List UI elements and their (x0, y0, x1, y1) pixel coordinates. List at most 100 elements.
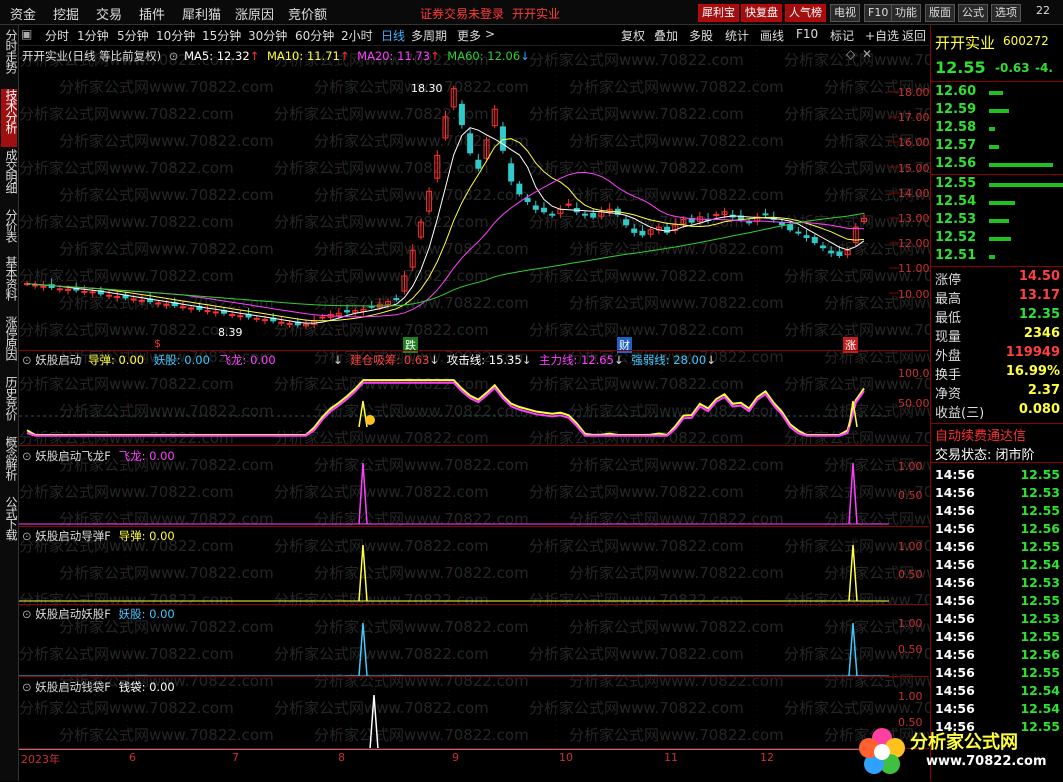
y-tick: 15.00 (898, 162, 930, 175)
collapse-icon[interactable]: ▣ (21, 27, 32, 41)
candle-body (467, 133, 474, 154)
tick-row: 14:56 12.53 (935, 485, 1060, 503)
login-notice[interactable]: 证券交易未登录 (420, 5, 504, 22)
ask-price: 12.56 (935, 156, 977, 171)
tool-replay[interactable]: 快复盘 (741, 4, 782, 22)
ask-level[interactable]: 12.57 (935, 138, 1060, 156)
tick-row: 14:56 12.55 (935, 665, 1060, 683)
btn-stats[interactable]: 统计 (725, 27, 749, 44)
tab-technical[interactable]: 技术分析 (1, 89, 18, 147)
candle-body (540, 207, 547, 213)
auto-renew-notice[interactable]: 自动续费通达信 (935, 425, 1026, 444)
watermark-text: 分析家公式网www.70822.com (569, 672, 784, 690)
dropdown-icon[interactable]: ⊙ (22, 607, 32, 621)
btn-add-watch[interactable]: +自选 (865, 27, 899, 44)
dropdown-icon[interactable]: ⊙ (169, 49, 179, 63)
candle-body (155, 302, 162, 305)
ask-level[interactable]: 12.59 (935, 102, 1060, 120)
bid-level[interactable]: 12.54 (935, 194, 1060, 212)
bid-volume-bar (989, 201, 1015, 205)
menu-dig[interactable]: 挖掘 (53, 4, 79, 23)
btn-mark[interactable]: 标记 (830, 27, 854, 44)
bid-level[interactable]: 12.52 (935, 230, 1060, 248)
btn-fuquan[interactable]: 复权 (621, 27, 645, 44)
tool-xilibao[interactable]: 犀利宝 (698, 4, 739, 22)
ask-level[interactable]: 12.58 (935, 120, 1060, 138)
tab-limit-reason[interactable]: 涨停原因 (1, 316, 18, 374)
btn-f10[interactable]: F10 (796, 27, 818, 41)
ask-level[interactable]: 12.56 (935, 156, 1060, 174)
dropdown-icon[interactable]: ⊙ (22, 680, 32, 694)
candle-body (114, 296, 121, 299)
btn-draw[interactable]: 画线 (760, 27, 784, 44)
bid-level[interactable]: 12.53 (935, 212, 1060, 230)
tick-time: 14:56 (935, 665, 975, 680)
watermark-text: 分析家公式网www.70822.com (314, 672, 529, 690)
menu-limit-reason[interactable]: 涨原因 (235, 4, 274, 23)
tool-options[interactable]: 选项 (991, 4, 1021, 22)
period-5min[interactable]: 5分钟 (117, 27, 149, 44)
menu-auction[interactable]: 竞价额 (288, 4, 327, 23)
tool-tv[interactable]: 电视 (830, 4, 860, 22)
candle-body (778, 222, 785, 226)
period-more[interactable]: 更多 (457, 27, 481, 44)
menu-plugin[interactable]: 插件 (139, 4, 165, 23)
tool-layout[interactable]: 版面 (925, 4, 955, 22)
menu-xilimao[interactable]: 犀利猫 (182, 4, 221, 23)
ask-level[interactable]: 12.60 (935, 84, 1060, 102)
period-2h[interactable]: 2小时 (341, 27, 373, 44)
bid-level[interactable]: 12.55 (935, 176, 1063, 194)
settings-diamond-icon[interactable]: ◇ (846, 47, 855, 61)
period-60min[interactable]: 60分钟 (295, 27, 334, 44)
menu-corner-number: 22 (1036, 4, 1050, 17)
chart-canvas[interactable]: 分析家公式网www.70822.com 分析家公式网www.70822.com 分析… (19, 45, 930, 781)
watermark-text: 分析家公式网www.70822.com (314, 456, 529, 474)
close-icon[interactable]: ✕ (862, 47, 872, 61)
tool-f10[interactable]: F10 (864, 4, 893, 22)
bid-level[interactable]: 12.51 (935, 248, 1060, 266)
btn-multi-stock[interactable]: 多股 (689, 27, 713, 44)
tab-formula-download[interactable]: 公式下载 (1, 496, 18, 554)
period-daily[interactable]: 日线 (381, 27, 405, 44)
dropdown-icon[interactable]: ⊙ (22, 529, 32, 543)
tab-basics[interactable]: 基本资料 (1, 256, 18, 314)
tab-price-table[interactable]: 分价表 (1, 209, 18, 254)
period-30min[interactable]: 30分钟 (248, 27, 287, 44)
tab-concept[interactable]: 概念解析 (1, 436, 18, 494)
dropdown-icon[interactable]: ⊙ (22, 449, 32, 463)
watermark-text: 分析家公式网www.70822.com (569, 726, 784, 744)
indicator-yaogu-header: ⊙ 妖股启动 导弹: 0.00 妖股: 0.00 飞龙: 0.00 (22, 352, 276, 368)
logo-url: www.70822.com (926, 754, 1047, 769)
tab-trade-detail[interactable]: 成交明细 (1, 149, 18, 207)
tab-intraday[interactable]: 分时走势 (1, 29, 18, 87)
y-tick: 14.00 (898, 187, 930, 200)
tool-formula[interactable]: 公式 (958, 4, 988, 22)
period-1min[interactable]: 1分钟 (77, 27, 109, 44)
period-15min[interactable]: 15分钟 (202, 27, 241, 44)
tool-popularity[interactable]: 人气榜 (785, 4, 826, 22)
watermark-text: 分析家公式网www.70822.com (19, 645, 234, 663)
dropdown-icon[interactable]: ⊙ (22, 353, 32, 367)
x-tick: 9 (452, 751, 459, 764)
tick-time: 14:56 (935, 557, 975, 572)
menu-capital[interactable]: 资金 (10, 4, 36, 23)
tab-history-auction[interactable]: 历史竞价 (1, 376, 18, 434)
watermark-text: 分析家公式网www.70822.com (59, 402, 274, 420)
tool-function[interactable]: 功能 (891, 4, 921, 22)
period-timeshare[interactable]: 分时 (45, 27, 69, 44)
watermark-text: 分析家公式网www.70822.com (59, 132, 274, 150)
tick-price: 12.55 (1020, 593, 1060, 608)
x-tick: 10 (559, 751, 573, 764)
btn-back[interactable]: 返回 (902, 27, 926, 44)
period-10min[interactable]: 10分钟 (156, 27, 195, 44)
down-arrow-icon: ↓ (706, 353, 716, 367)
y-tick: 1.00 (898, 617, 923, 630)
x-tick: 7 (232, 751, 239, 764)
btn-overlay[interactable]: 叠加 (654, 27, 678, 44)
menu-trade[interactable]: 交易 (96, 4, 122, 23)
indicator-missile-header: ⊙ 妖股启动导弹F 导弹: 0.00 (22, 528, 175, 544)
marker-dollar[interactable]: $ (154, 337, 161, 350)
watermark-text: 分析家公式网www.70822.com (529, 537, 744, 555)
period-multi[interactable]: 多周期 (411, 27, 447, 44)
candle-body (393, 298, 400, 301)
